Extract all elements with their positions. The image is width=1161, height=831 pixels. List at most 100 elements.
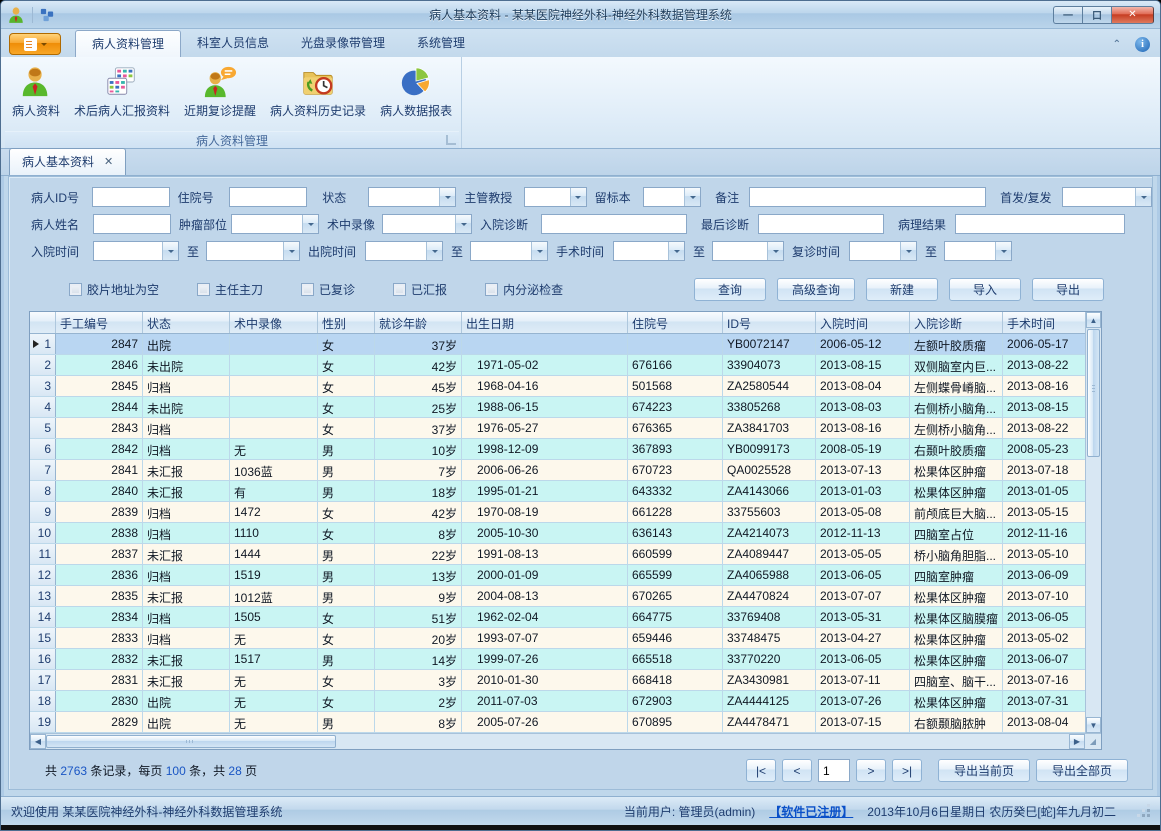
dropdown-arrow-icon[interactable]	[426, 242, 442, 260]
dropdown-arrow-icon[interactable]	[162, 242, 178, 260]
tab-patient-basic-info[interactable]: 病人基本资料 ✕	[9, 148, 126, 175]
patient-name-input[interactable]	[93, 214, 171, 234]
filter-checkbox-item[interactable]: 胶片地址为空	[69, 281, 159, 298]
remark-input[interactable]	[749, 187, 986, 207]
table-row[interactable]: 102838归档1110女8岁2005-10-30636143ZA4214073…	[30, 523, 1087, 544]
discharge-time-from-select[interactable]	[365, 241, 443, 261]
horizontal-scroll-thumb[interactable]	[46, 735, 336, 748]
column-header[interactable]: 性别	[318, 312, 375, 333]
checkbox-icon[interactable]	[485, 283, 498, 296]
ribbon-button[interactable]: 病人资料	[5, 62, 67, 122]
ribbon-button[interactable]: 术后病人汇报资料	[67, 62, 177, 122]
page-number-input[interactable]	[818, 759, 850, 782]
table-row[interactable]: 52843归档女37岁1976-05-27676365ZA38417032013…	[30, 418, 1087, 439]
maximize-button[interactable]: 口	[1082, 6, 1111, 24]
admission-no-input[interactable]	[229, 187, 307, 207]
horizontal-scrollbar[interactable]: ◀ ▶	[30, 733, 1085, 749]
column-header[interactable]: ID号	[723, 312, 816, 333]
dropdown-arrow-icon[interactable]	[1135, 188, 1151, 206]
table-row[interactable]: 182830出院无女2岁2011-07-03672903ZA4444125201…	[30, 691, 1087, 712]
filter-checkbox-item[interactable]: 主任主刀	[197, 281, 263, 298]
final-diagnosis-input[interactable]	[758, 214, 884, 234]
action-button[interactable]: 导出	[1032, 278, 1104, 301]
export-all-pages-button[interactable]: 导出全部页	[1036, 759, 1128, 782]
table-row[interactable]: 172831未汇报无女3岁2010-01-30668418ZA343098120…	[30, 670, 1087, 691]
scroll-down-icon[interactable]: ▼	[1086, 717, 1101, 733]
column-header[interactable]: 出生日期	[462, 312, 628, 333]
table-row[interactable]: 42844未出院女25岁1988-06-15674223338052682013…	[30, 397, 1087, 418]
first-recur-select[interactable]	[1062, 187, 1152, 207]
ribbon-tab[interactable]: 系统管理	[401, 30, 481, 57]
admit-diagnosis-input[interactable]	[541, 214, 687, 234]
vertical-scroll-thumb[interactable]	[1087, 329, 1100, 457]
license-registered-link[interactable]: 【软件已注册】	[769, 803, 853, 820]
filter-checkbox-item[interactable]: 已复诊	[301, 281, 355, 298]
ribbon-button[interactable]: 病人数据报表	[373, 62, 459, 122]
dropdown-arrow-icon[interactable]	[531, 242, 547, 260]
revisit-time-to-select[interactable]	[944, 241, 1012, 261]
scroll-left-icon[interactable]: ◀	[30, 734, 46, 749]
surgery-time-to-select[interactable]	[712, 241, 784, 261]
column-header[interactable]: 术中录像	[230, 312, 318, 333]
table-row[interactable]: 112837未汇报1444男22岁1991-08-13660599ZA40894…	[30, 544, 1087, 565]
last-page-button[interactable]: >|	[892, 759, 922, 782]
close-tab-icon[interactable]: ✕	[104, 155, 113, 168]
tumor-site-select[interactable]	[231, 214, 319, 234]
scroll-up-icon[interactable]: ▲	[1086, 312, 1101, 328]
surgery-video-select[interactable]	[382, 214, 472, 234]
discharge-time-to-select[interactable]	[470, 241, 548, 261]
column-header[interactable]: 入院时间	[816, 312, 910, 333]
export-current-page-button[interactable]: 导出当前页	[938, 759, 1030, 782]
revisit-time-from-select[interactable]	[849, 241, 917, 261]
action-button[interactable]: 高级查询	[777, 278, 855, 301]
column-header[interactable]: 状态	[143, 312, 230, 333]
collapse-ribbon-chevron-icon[interactable]: ⌃	[1113, 39, 1121, 50]
table-row[interactable]: 22846未出院女42岁1971-05-02676166339040732013…	[30, 355, 1087, 376]
column-header[interactable]: 手工编号	[56, 312, 143, 333]
checkbox-icon[interactable]	[301, 283, 314, 296]
vertical-scrollbar[interactable]: ▲ ▼	[1085, 312, 1101, 733]
table-row[interactable]: 152833归档无女20岁1993-07-0765944633748475201…	[30, 628, 1087, 649]
resize-grip[interactable]	[1138, 805, 1150, 817]
table-row[interactable]: 132835未汇报1012蓝男9岁2004-08-13670265ZA44708…	[30, 586, 1087, 607]
table-row[interactable]: 162832未汇报1517男14岁1999-07-266655183377022…	[30, 649, 1087, 670]
dropdown-arrow-icon[interactable]	[900, 242, 916, 260]
checkbox-icon[interactable]	[197, 283, 210, 296]
checkbox-icon[interactable]	[69, 283, 82, 296]
column-header[interactable]: 住院号	[628, 312, 723, 333]
dropdown-arrow-icon[interactable]	[302, 215, 318, 233]
action-button[interactable]: 新建	[866, 278, 938, 301]
next-page-button[interactable]: >	[856, 759, 886, 782]
table-row[interactable]: 122836归档1519男13岁2000-01-09665599ZA406598…	[30, 565, 1087, 586]
professor-select[interactable]	[524, 187, 587, 207]
filter-checkbox-item[interactable]: 内分泌检查	[485, 281, 563, 298]
dropdown-arrow-icon[interactable]	[767, 242, 783, 260]
application-menu-button[interactable]	[9, 33, 61, 55]
status-select[interactable]	[368, 187, 456, 207]
first-page-button[interactable]: |<	[746, 759, 776, 782]
dialog-launcher-icon[interactable]	[446, 135, 456, 145]
dropdown-arrow-icon[interactable]	[455, 215, 471, 233]
dropdown-arrow-icon[interactable]	[668, 242, 684, 260]
dropdown-arrow-icon[interactable]	[283, 242, 299, 260]
patient-id-input[interactable]	[92, 187, 170, 207]
info-icon[interactable]: i	[1135, 37, 1150, 52]
table-row[interactable]: 192829出院无男8岁2005-07-26670895ZA4478471201…	[30, 712, 1087, 733]
table-row[interactable]: 12847出院女37岁YB00721472006-05-12左额叶胶质瘤2006…	[30, 334, 1087, 355]
table-row[interactable]: 82840未汇报有男18岁1995-01-21643332ZA414306620…	[30, 481, 1087, 502]
column-header[interactable]: 手术时间	[1003, 312, 1087, 333]
prev-page-button[interactable]: <	[782, 759, 812, 782]
column-header[interactable]: 就诊年龄	[375, 312, 462, 333]
dropdown-arrow-icon[interactable]	[439, 188, 455, 206]
surgery-time-from-select[interactable]	[613, 241, 685, 261]
dropdown-arrow-icon[interactable]	[684, 188, 700, 206]
filter-checkbox-item[interactable]: 已汇报	[393, 281, 447, 298]
ribbon-tab[interactable]: 病人资料管理	[75, 30, 181, 57]
minimize-button[interactable]: 一	[1053, 6, 1082, 24]
ribbon-tab[interactable]: 光盘录像带管理	[285, 30, 401, 57]
scroll-right-icon[interactable]: ▶	[1069, 734, 1085, 749]
dropdown-arrow-icon[interactable]	[570, 188, 586, 206]
close-button[interactable]: ✕	[1111, 6, 1154, 24]
specimen-select[interactable]	[643, 187, 702, 207]
checkbox-icon[interactable]	[393, 283, 406, 296]
